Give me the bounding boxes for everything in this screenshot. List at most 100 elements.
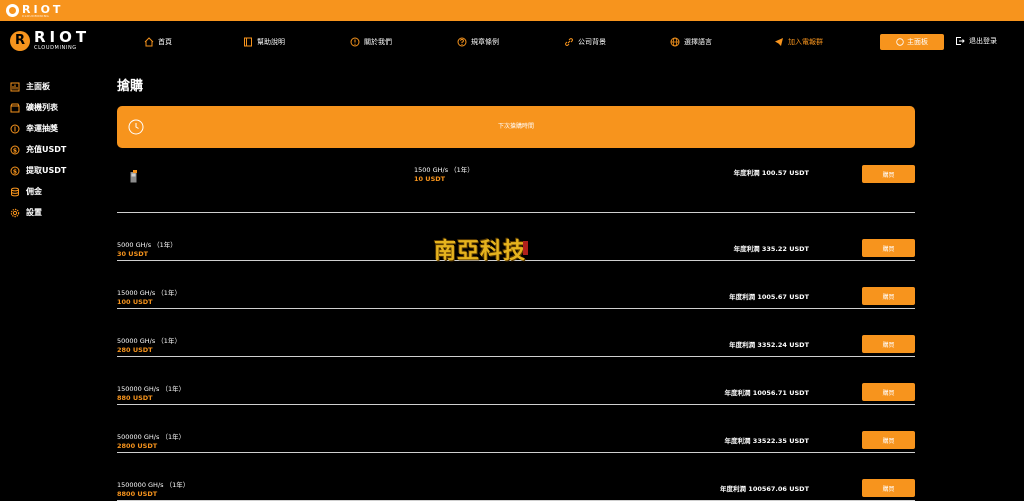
buy-button[interactable]: 購買 [862, 239, 915, 257]
package-list: 1500 GH/s （1年） 10 USDT 年度利潤 100.57 USDT … [117, 165, 915, 501]
miner-device-icon [130, 168, 138, 183]
sidebar-item-label: 佣金 [26, 187, 42, 196]
svg-text:$: $ [13, 147, 17, 154]
package-hashrate: 500000 GH/s （1年） [117, 433, 186, 441]
database-icon [10, 187, 20, 197]
top-logo-sub: CLOUDMINING [22, 13, 50, 18]
nav-company-label: 公司背景 [578, 38, 606, 46]
main-logo-sub: CLOUDMINING [34, 45, 77, 51]
sidebar-item-deposit[interactable]: $ 充值USDT [10, 139, 100, 160]
globe-icon [670, 37, 680, 47]
dashboard-button-label: 主面板 [907, 38, 928, 46]
package-price: 2800 USDT [117, 442, 158, 450]
store-icon [10, 103, 20, 113]
nav-telegram-label: 加入電報群 [788, 38, 823, 46]
settings-icon [10, 208, 20, 218]
package-profit: 年度利潤 33522.35 USDT [724, 437, 809, 445]
link-icon [564, 37, 574, 47]
nav-help-label: 幫助說明 [257, 38, 285, 46]
package-price: 30 USDT [117, 250, 149, 258]
main-logo[interactable]: RIOT CLOUDMINING [10, 30, 90, 51]
buy-button[interactable]: 購買 [862, 479, 915, 497]
home-icon [144, 37, 154, 47]
riot-logo-icon [10, 30, 30, 51]
nav-rules[interactable]: 規章條例 [457, 37, 499, 47]
package-spec: 1500000 GH/s （1年） 8800 USDT [117, 481, 189, 499]
package-row: 1500000 GH/s （1年） 8800 USDT 年度利潤 100567.… [117, 453, 915, 501]
sidebar-item-settings[interactable]: 設置 [10, 202, 100, 223]
telegram-icon [774, 37, 784, 47]
dashboard-icon [896, 38, 904, 46]
dollar-icon: $ [10, 145, 20, 155]
package-profit: 年度利潤 10056.71 USDT [724, 389, 809, 397]
nav-help[interactable]: 幫助說明 [243, 37, 285, 47]
logout-link[interactable]: 退出登录 [955, 36, 997, 46]
package-profit: 年度利潤 100.57 USDT [733, 169, 809, 177]
sidebar-item-lottery[interactable]: 幸運抽獎 [10, 118, 100, 139]
buy-button[interactable]: 購買 [862, 287, 915, 305]
top-logo[interactable]: RIOT CLOUDMINING [6, 3, 63, 18]
header: RIOT CLOUDMINING 首頁 幫助說明 關於我們 規章條例 公司背景 … [0, 21, 1024, 62]
package-price: 8800 USDT [117, 490, 158, 498]
page-title: 搶購 [117, 79, 144, 94]
logout-label: 退出登录 [969, 37, 997, 45]
buy-button[interactable]: 購買 [862, 431, 915, 449]
sidebar-item-withdraw[interactable]: $ 提取USDT [10, 160, 100, 181]
coin-icon [10, 124, 20, 134]
withdraw-icon: $ [10, 166, 20, 176]
riot-logo-icon [6, 4, 19, 17]
buy-button[interactable]: 購買 [862, 335, 915, 353]
sidebar: 主面板 礦機列表 幸運抽獎 $ 充值USDT $ 提取USDT 佣金 設置 [10, 76, 100, 223]
info-icon [350, 37, 360, 47]
dashboard-button[interactable]: 主面板 [880, 34, 944, 50]
nav-rules-label: 規章條例 [471, 38, 499, 46]
nav-telegram[interactable]: 加入電報群 [774, 37, 823, 47]
sidebar-item-miners[interactable]: 礦機列表 [10, 97, 100, 118]
package-row: 50000 GH/s （1年） 280 USDT 年度利潤 3352.24 US… [117, 309, 915, 357]
sidebar-item-label: 提取USDT [26, 166, 67, 175]
main-logo-brand: RIOT [34, 28, 91, 46]
nav-about[interactable]: 關於我們 [350, 37, 392, 47]
package-hashrate: 150000 GH/s （1年） [117, 385, 186, 393]
package-profit: 年度利潤 1005.67 USDT [729, 293, 809, 301]
package-spec: 50000 GH/s （1年） 280 USDT [117, 337, 181, 355]
sidebar-item-label: 設置 [26, 208, 42, 217]
svg-text:$: $ [13, 168, 17, 175]
top-accent-bar: RIOT CLOUDMINING [0, 0, 1024, 21]
nav-home[interactable]: 首頁 [144, 37, 172, 47]
buy-button[interactable]: 購買 [862, 383, 915, 401]
countdown-label: 下次搶購時間 [497, 123, 534, 130]
nav-language-label: 選擇語言 [684, 38, 712, 46]
package-price: 100 USDT [117, 298, 153, 306]
help-book-icon [243, 37, 253, 47]
nav-about-label: 關於我們 [364, 38, 392, 46]
package-spec: 1500 GH/s （1年） 10 USDT [414, 166, 474, 184]
package-price: 280 USDT [117, 346, 153, 354]
package-hashrate: 1500 GH/s （1年） [414, 166, 474, 174]
package-spec: 15000 GH/s （1年） 100 USDT [117, 289, 181, 307]
package-row: 150000 GH/s （1年） 880 USDT 年度利潤 10056.71 … [117, 357, 915, 405]
sidebar-item-dashboard[interactable]: 主面板 [10, 76, 100, 97]
package-hashrate: 5000 GH/s （1年） [117, 241, 177, 249]
package-price: 10 USDT [414, 175, 446, 183]
seal-icon [523, 241, 528, 255]
watermark-text: 南亞科技 [433, 238, 526, 264]
chart-icon [10, 82, 20, 92]
package-spec: 5000 GH/s （1年） 30 USDT [117, 241, 177, 259]
nav-company[interactable]: 公司背景 [564, 37, 606, 47]
logout-icon [955, 36, 965, 46]
package-profit: 年度利潤 3352.24 USDT [729, 341, 809, 349]
package-row: 1500 GH/s （1年） 10 USDT 年度利潤 100.57 USDT … [117, 165, 915, 213]
watermark-logo: 南亞科技 [430, 231, 530, 267]
question-icon [457, 37, 467, 47]
countdown-banner: 下次搶購時間 [117, 106, 915, 148]
buy-button[interactable]: 購買 [862, 165, 915, 183]
package-price: 880 USDT [117, 394, 153, 402]
sidebar-item-commission[interactable]: 佣金 [10, 181, 100, 202]
package-spec: 150000 GH/s （1年） 880 USDT [117, 385, 185, 403]
nav-language[interactable]: 選擇語言 [670, 37, 712, 47]
package-spec: 500000 GH/s （1年） 2800 USDT [117, 433, 185, 451]
main-content: 搶購 下次搶購時間 1500 GH/s （1年） 10 USDT 年度利潤 10… [117, 76, 915, 501]
sidebar-item-label: 礦機列表 [26, 103, 58, 112]
package-hashrate: 15000 GH/s （1年） [117, 289, 181, 297]
